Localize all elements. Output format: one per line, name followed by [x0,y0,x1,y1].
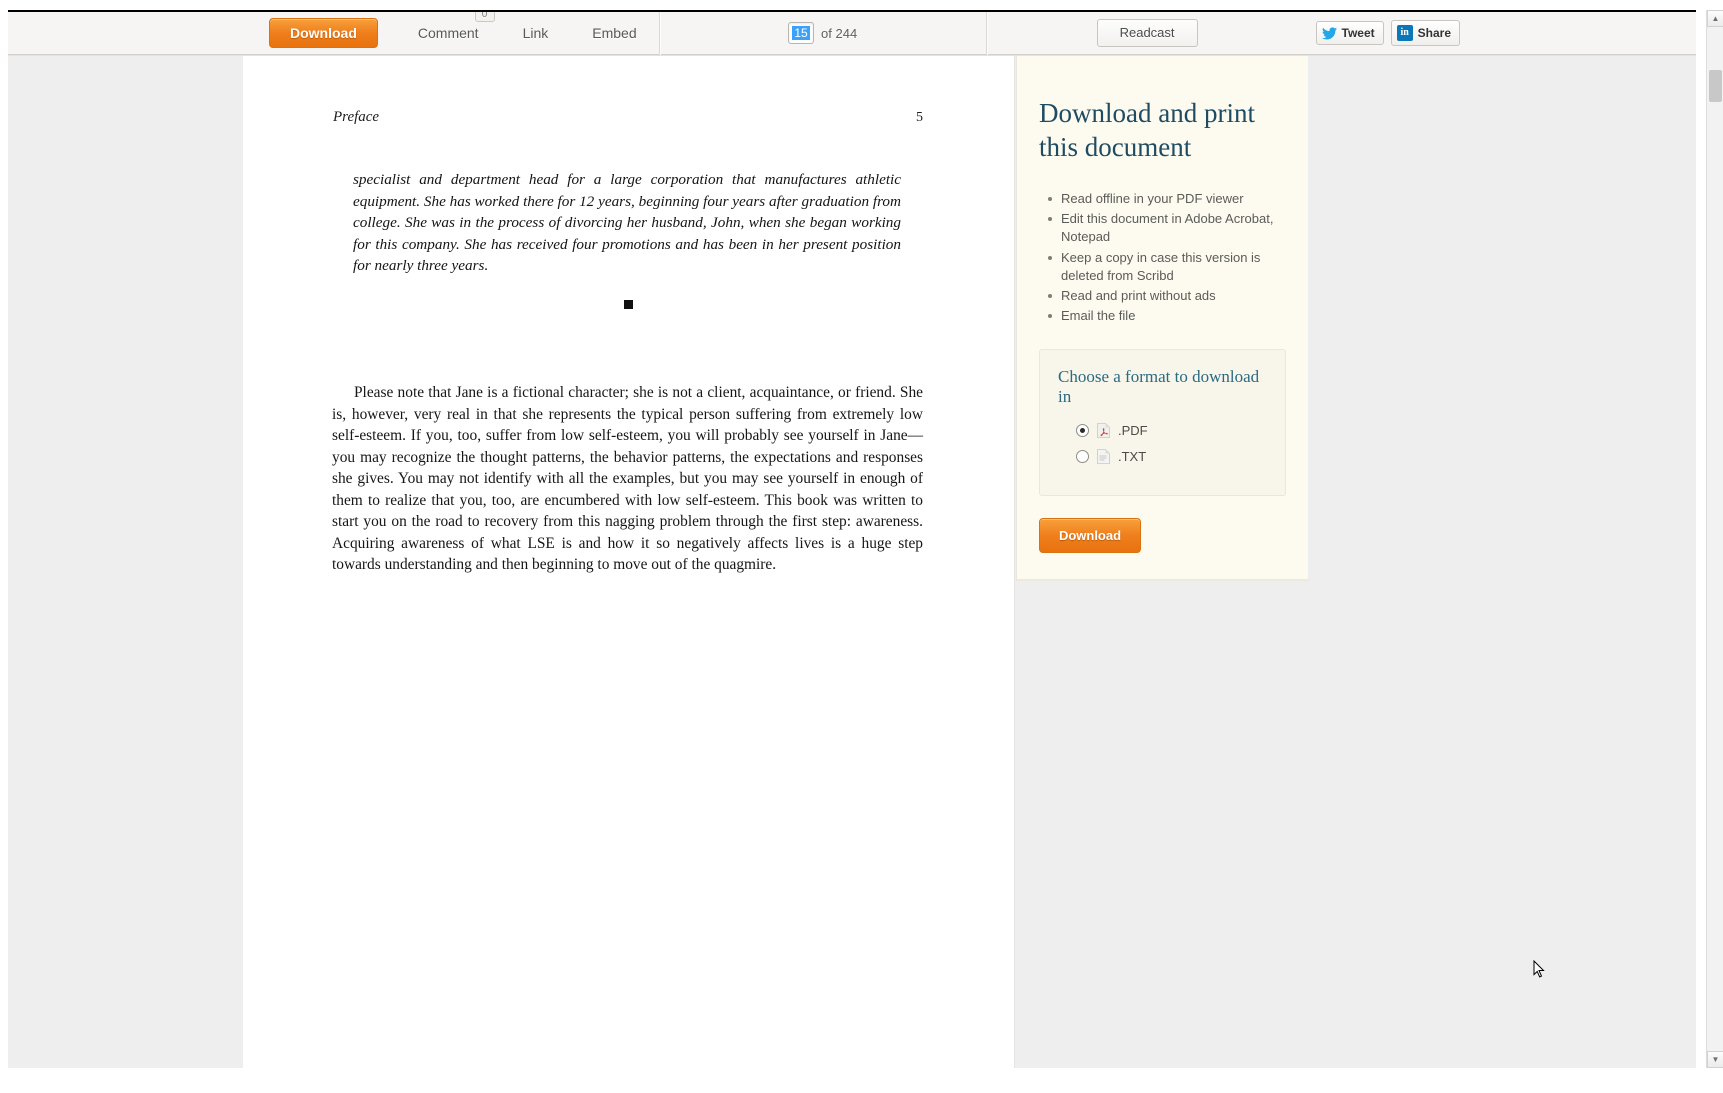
comment-label: Comment [417,25,479,41]
format-chooser: Choose a format to download in .PDF .TXT [1039,349,1286,497]
scroll-up-arrow-icon[interactable]: ▲ [1707,10,1723,27]
italic-paragraph: specialist and department head for a lar… [353,171,901,274]
document-page: Preface 5 specialist and department head… [243,56,1015,1068]
page-number-input[interactable]: 15 [788,22,815,44]
share-label: Share [1417,26,1451,40]
download-button-toolbar[interactable]: Download [269,18,378,48]
list-item: Email the file [1048,307,1286,325]
running-head-title: Preface [333,109,380,125]
page-number-value: 15 [792,26,810,40]
format-chooser-title: Choose a format to download in [1058,367,1260,407]
download-button-panel[interactable]: Download [1039,518,1141,554]
linkedin-share-button[interactable]: in Share [1390,20,1460,46]
tweet-label: Tweet [1341,26,1375,40]
link-button[interactable]: Link [501,15,571,51]
list-item: Read offline in your PDF viewer [1048,190,1286,208]
txt-file-icon [1097,449,1110,465]
tweet-button[interactable]: Tweet [1315,21,1384,45]
download-promo-panel: Download and print this document Read of… [1016,56,1309,582]
format-label-pdf: .PDF [1118,423,1148,439]
window-chrome-top [0,0,1723,10]
format-label-txt: .TXT [1118,449,1147,465]
page-navigation: 15 of 244 [660,12,986,55]
window-chrome-left [0,0,8,1093]
toolbar-divider-right [985,12,987,55]
comment-count-badge: 0 [474,12,495,22]
format-option-pdf[interactable]: .PDF [1076,423,1267,438]
scrollbar-thumb[interactable] [1709,70,1722,102]
toolbar-right-group: Readcast Tweet in Share [1075,12,1696,55]
benefits-list: Read offline in your PDF viewer Edit thi… [1043,190,1286,325]
document-viewer: Download Comment 0 Link Embed 15 of 244 … [8,10,1696,1068]
browser-window: Download Comment 0 Link Embed 15 of 244 … [0,0,1723,1093]
embed-button[interactable]: Embed [570,15,658,51]
radio-pdf[interactable] [1076,424,1089,438]
readcast-wrapper: Readcast [1096,19,1198,47]
readcast-button[interactable]: Readcast [1096,19,1198,47]
window-chrome-bottom [0,1065,1723,1093]
document-scroll-area[interactable]: Preface 5 specialist and department head… [8,56,1696,1068]
list-item: Keep a copy in case this version is dele… [1048,249,1286,285]
list-item: Edit this document in Adobe Acrobat, Not… [1048,210,1286,246]
pdf-file-icon [1097,423,1110,439]
linkedin-icon: in [1396,25,1413,41]
panel-title: Download and print this document [1039,98,1255,162]
page-total-label: of 244 [821,25,858,41]
vertical-scrollbar[interactable]: ▲ ▼ [1706,10,1723,1068]
body-paragraph: Please note that Jane is a fictional cha… [332,384,923,573]
viewer-toolbar: Download Comment 0 Link Embed 15 of 244 … [8,12,1696,57]
social-share-group: Tweet in Share [1315,20,1460,46]
running-head-page-number: 5 [916,110,923,125]
toolbar-left-group: Download Comment 0 Link Embed [8,12,659,55]
format-option-txt[interactable]: .TXT [1076,449,1267,464]
scroll-down-arrow-icon[interactable]: ▼ [1707,1051,1723,1068]
section-break-marker [624,300,633,309]
comment-button[interactable]: Comment 0 [396,12,501,51]
twitter-bird-icon [1321,26,1337,40]
page-running-head: Preface 5 [333,109,923,126]
radio-txt[interactable] [1076,450,1089,464]
list-item: Read and print without ads [1048,287,1286,305]
